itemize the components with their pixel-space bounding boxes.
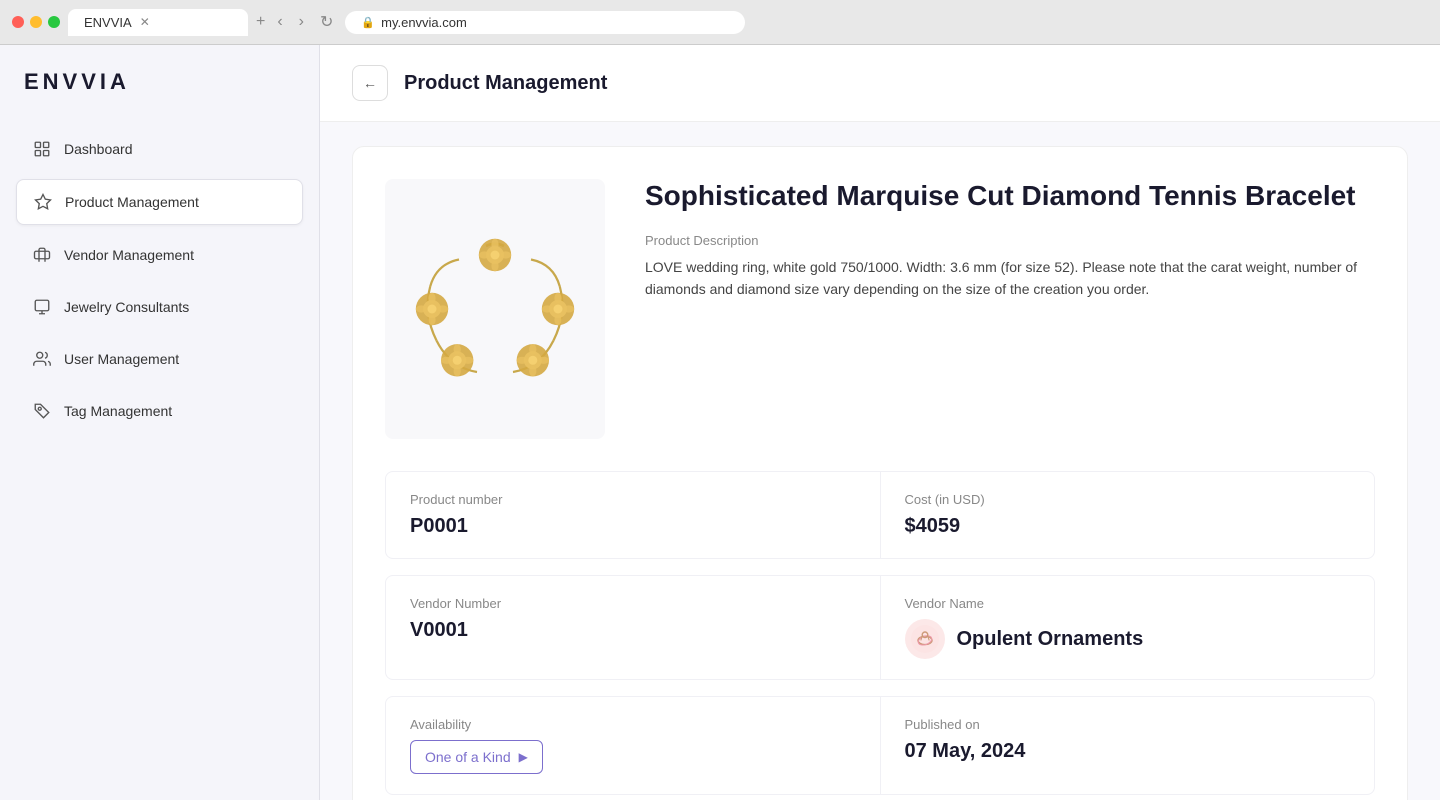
jewelry-consultants-icon	[32, 297, 52, 317]
availability-cell: Availability One of a Kind ▶	[386, 697, 880, 794]
vendor-name-text: Opulent Ornaments	[957, 628, 1144, 651]
availability-arrow-icon: ▶	[519, 750, 528, 764]
app: ENVVIA Dashboard Product Management Vend…	[0, 45, 1440, 800]
product-card: Sophisticated Marquise Cut Diamond Tenni…	[352, 146, 1408, 800]
new-tab-button[interactable]: +	[256, 13, 265, 31]
vendor-name-row: Opulent Ornaments	[905, 619, 1351, 659]
reload-button[interactable]: ↻	[316, 8, 337, 36]
content-area: Sophisticated Marquise Cut Diamond Tenni…	[320, 122, 1440, 800]
url-text: my.envvia.com	[381, 15, 467, 30]
vendor-grid: Vendor Number V0001 Vendor Name	[385, 575, 1375, 680]
browser-chrome: ENVVIA ✕ + ‹ › ↻ 🔒 my.envvia.com	[0, 0, 1440, 45]
back-nav-button[interactable]: ‹	[273, 9, 286, 35]
published-cell: Published on 07 May, 2024	[881, 697, 1375, 794]
sidebar-item-user-management[interactable]: User Management	[16, 337, 303, 381]
vendor-name-cell: Vendor Name	[881, 576, 1375, 679]
browser-dots	[12, 16, 60, 28]
vendor-number-label: Vendor Number	[410, 596, 856, 611]
availability-text: One of a Kind	[425, 749, 511, 765]
page-title: Product Management	[404, 72, 607, 95]
forward-nav-button[interactable]: ›	[295, 9, 308, 35]
published-label: Published on	[905, 717, 1351, 732]
product-name: Sophisticated Marquise Cut Diamond Tenni…	[645, 179, 1375, 213]
sidebar-item-vendor-management[interactable]: Vendor Management	[16, 233, 303, 277]
availability-label: Availability	[410, 717, 856, 732]
cost-value: $4059	[905, 515, 1351, 538]
sidebar-item-label-jewelry: Jewelry Consultants	[64, 299, 189, 315]
vendor-number-value: V0001	[410, 619, 856, 642]
sidebar-logo: ENVVIA	[16, 69, 303, 119]
product-top-section: Sophisticated Marquise Cut Diamond Tenni…	[385, 179, 1375, 439]
product-management-icon	[33, 192, 53, 212]
sidebar-item-dashboard[interactable]: Dashboard	[16, 127, 303, 171]
minimize-dot[interactable]	[30, 16, 42, 28]
vendor-avatar	[905, 619, 945, 659]
availability-badge[interactable]: One of a Kind ▶	[410, 740, 543, 774]
dashboard-icon	[32, 139, 52, 159]
vendor-name-label: Vendor Name	[905, 596, 1351, 611]
vendor-management-icon	[32, 245, 52, 265]
tag-management-icon	[32, 401, 52, 421]
vendor-number-cell: Vendor Number V0001	[386, 576, 880, 679]
sidebar-item-jewelry-consultants[interactable]: Jewelry Consultants	[16, 285, 303, 329]
browser-tab[interactable]: ENVVIA ✕	[68, 9, 248, 36]
lock-icon: 🔒	[361, 16, 375, 29]
sidebar-item-label-dashboard: Dashboard	[64, 141, 133, 157]
product-info: Sophisticated Marquise Cut Diamond Tenni…	[645, 179, 1375, 439]
cost-label: Cost (in USD)	[905, 492, 1351, 507]
browser-nav: ‹ › ↻ 🔒 my.envvia.com	[273, 8, 1428, 36]
sidebar-item-label-product: Product Management	[65, 194, 199, 210]
sidebar-item-product-management[interactable]: Product Management	[16, 179, 303, 225]
product-number-value: P0001	[410, 515, 856, 538]
back-button[interactable]: ←	[352, 65, 388, 101]
sidebar-item-label-vendor: Vendor Management	[64, 247, 194, 263]
product-description-label: Product Description	[645, 233, 1375, 248]
published-date: 07 May, 2024	[905, 740, 1351, 763]
sidebar: ENVVIA Dashboard Product Management Vend…	[0, 45, 320, 800]
main-header: ← Product Management	[320, 45, 1440, 122]
product-number-cost-grid: Product number P0001 Cost (in USD) $4059	[385, 471, 1375, 559]
product-image	[405, 219, 585, 399]
product-number-cell: Product number P0001	[386, 472, 880, 558]
tab-title: ENVVIA	[84, 15, 132, 30]
tab-close-icon[interactable]: ✕	[140, 15, 150, 29]
maximize-dot[interactable]	[48, 16, 60, 28]
product-number-label: Product number	[410, 492, 856, 507]
main-content: ← Product Management	[320, 45, 1440, 800]
sidebar-item-label-tag: Tag Management	[64, 403, 172, 419]
availability-published-grid: Availability One of a Kind ▶ Published o…	[385, 696, 1375, 795]
close-dot[interactable]	[12, 16, 24, 28]
sidebar-item-tag-management[interactable]: Tag Management	[16, 389, 303, 433]
user-management-icon	[32, 349, 52, 369]
product-image-box	[385, 179, 605, 439]
product-description: LOVE wedding ring, white gold 750/1000. …	[645, 256, 1375, 301]
sidebar-item-label-user: User Management	[64, 351, 179, 367]
cost-cell: Cost (in USD) $4059	[881, 472, 1375, 558]
address-bar[interactable]: 🔒 my.envvia.com	[345, 11, 745, 34]
